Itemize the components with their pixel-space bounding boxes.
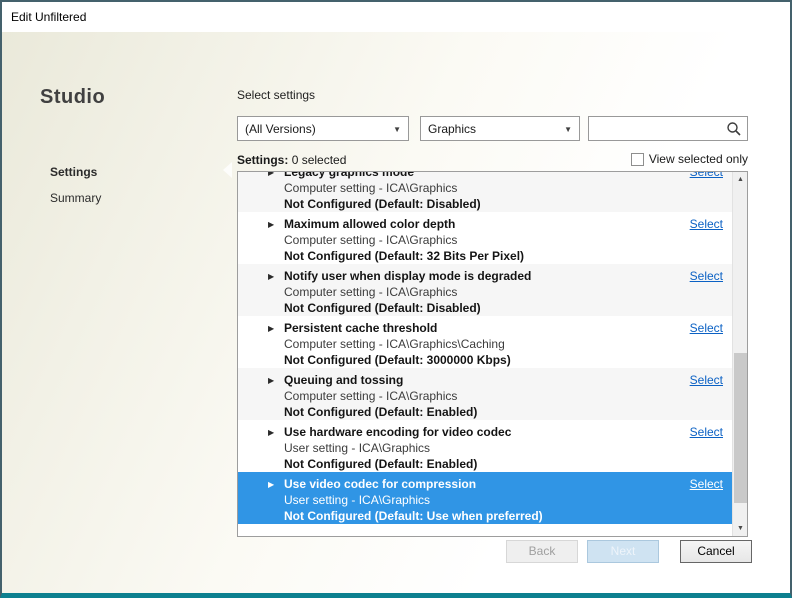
sidebar-item-summary[interactable]: Summary bbox=[50, 191, 101, 205]
window-title: Edit Unfiltered bbox=[11, 10, 86, 24]
settings-row[interactable]: ▶ Queuing and tossing Computer setting -… bbox=[238, 368, 732, 420]
setting-value: Not Configured (Default: Use when prefer… bbox=[284, 508, 674, 524]
view-selected-only-label: View selected only bbox=[649, 152, 748, 166]
setting-title: Queuing and tossing bbox=[284, 373, 674, 388]
settings-row[interactable]: ▶ Persistent cache threshold Computer se… bbox=[238, 316, 732, 368]
search-input[interactable] bbox=[593, 119, 723, 138]
select-link[interactable]: Select bbox=[690, 373, 723, 387]
scrollbar-down-icon[interactable]: ▼ bbox=[733, 521, 748, 536]
settings-list: ▶ Legacy graphics mode Computer setting … bbox=[237, 171, 748, 537]
settings-row-selected[interactable]: ▶ Use video codec for compression User s… bbox=[238, 472, 732, 524]
setting-title: Notify user when display mode is degrade… bbox=[284, 269, 674, 284]
back-button[interactable]: Back bbox=[506, 540, 578, 563]
expand-arrow-icon[interactable]: ▶ bbox=[268, 171, 274, 177]
setting-value: Not Configured (Default: Enabled) bbox=[284, 404, 674, 420]
view-selected-only[interactable]: View selected only bbox=[631, 152, 748, 166]
expand-arrow-icon[interactable]: ▶ bbox=[268, 480, 274, 489]
settings-count-value: 0 selected bbox=[292, 153, 347, 167]
setting-value: Not Configured (Default: 32 Bits Per Pix… bbox=[284, 248, 674, 264]
setting-title: Use video codec for compression bbox=[284, 477, 674, 492]
setting-value: Not Configured (Default: Disabled) bbox=[284, 196, 674, 212]
select-link[interactable]: Select bbox=[690, 321, 723, 335]
expand-arrow-icon[interactable]: ▶ bbox=[268, 376, 274, 385]
select-link[interactable]: Select bbox=[690, 171, 723, 179]
dialog-body: Studio Settings Summary Select settings … bbox=[2, 32, 790, 593]
setting-title: Use hardware encoding for video codec bbox=[284, 425, 674, 440]
search-icon[interactable] bbox=[726, 121, 742, 137]
expand-arrow-icon[interactable]: ▶ bbox=[268, 428, 274, 437]
settings-row[interactable]: ▶ Use hardware encoding for video codec … bbox=[238, 420, 732, 472]
expand-arrow-icon[interactable]: ▶ bbox=[268, 272, 274, 281]
next-button[interactable]: Next bbox=[587, 540, 659, 563]
title-bar: Edit Unfiltered bbox=[2, 2, 790, 32]
studio-brand: Studio bbox=[40, 86, 105, 109]
chevron-down-icon: ▼ bbox=[393, 125, 401, 134]
setting-scope: Computer setting - ICA\Graphics bbox=[284, 284, 674, 300]
setting-value: Not Configured (Default: Enabled) bbox=[284, 456, 674, 472]
settings-rows: ▶ Legacy graphics mode Computer setting … bbox=[238, 171, 732, 536]
scrollbar-thumb[interactable] bbox=[734, 353, 747, 503]
search-box bbox=[588, 116, 748, 141]
setting-scope: User setting - ICA\Graphics bbox=[284, 492, 674, 508]
settings-row[interactable]: ▶ Maximum allowed color depth Computer s… bbox=[238, 212, 732, 264]
setting-scope: Computer setting - ICA\Graphics bbox=[284, 180, 674, 196]
category-dropdown[interactable]: Graphics ▼ bbox=[420, 116, 580, 141]
settings-row[interactable]: ▶ Notify user when display mode is degra… bbox=[238, 264, 732, 316]
select-link[interactable]: Select bbox=[690, 425, 723, 439]
scrollbar-up-icon[interactable]: ▲ bbox=[733, 172, 748, 187]
setting-scope: Computer setting - ICA\Graphics\Caching bbox=[284, 336, 674, 352]
setting-value: Not Configured (Default: Disabled) bbox=[284, 300, 674, 316]
category-dropdown-value: Graphics bbox=[428, 122, 476, 136]
select-link[interactable]: Select bbox=[690, 477, 723, 491]
setting-scope: User setting - ICA\Graphics bbox=[284, 440, 674, 456]
sidebar-item-settings[interactable]: Settings bbox=[50, 165, 97, 179]
edit-unfiltered-window: Edit Unfiltered Studio Settings Summary … bbox=[0, 0, 792, 598]
select-link[interactable]: Select bbox=[690, 269, 723, 283]
settings-count-label: Settings: bbox=[237, 153, 288, 167]
version-dropdown-value: (All Versions) bbox=[245, 122, 316, 136]
expand-arrow-icon[interactable]: ▶ bbox=[268, 220, 274, 229]
active-step-notch bbox=[223, 162, 232, 178]
setting-value: Not Configured (Default: 3000000 Kbps) bbox=[284, 352, 674, 368]
setting-scope: Computer setting - ICA\Graphics bbox=[284, 388, 674, 404]
expand-arrow-icon[interactable]: ▶ bbox=[268, 324, 274, 333]
settings-row[interactable]: ▶ Legacy graphics mode Computer setting … bbox=[238, 171, 732, 212]
scrollbar[interactable]: ▲ ▼ bbox=[732, 172, 747, 536]
select-link[interactable]: Select bbox=[690, 217, 723, 231]
setting-title: Legacy graphics mode bbox=[284, 171, 674, 180]
setting-title: Maximum allowed color depth bbox=[284, 217, 674, 232]
chevron-down-icon: ▼ bbox=[564, 125, 572, 134]
settings-count: Settings: 0 selected bbox=[237, 153, 346, 167]
cancel-button[interactable]: Cancel bbox=[680, 540, 752, 563]
version-dropdown[interactable]: (All Versions) ▼ bbox=[237, 116, 409, 141]
view-selected-only-checkbox[interactable] bbox=[631, 153, 644, 166]
setting-scope: Computer setting - ICA\Graphics bbox=[284, 232, 674, 248]
setting-title: Persistent cache threshold bbox=[284, 321, 674, 336]
select-settings-label: Select settings bbox=[237, 88, 315, 102]
